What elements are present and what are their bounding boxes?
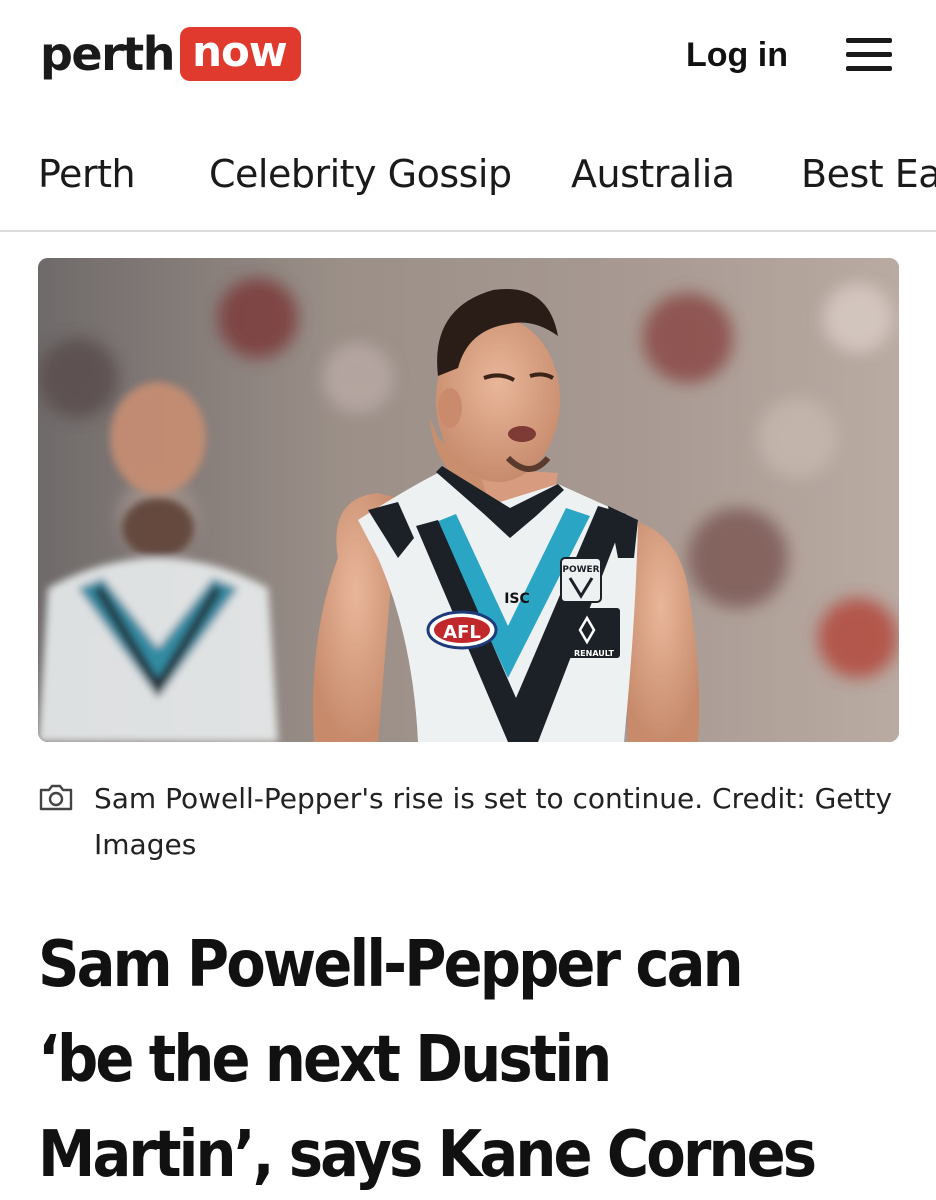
site-header: perth now Log in bbox=[0, 0, 936, 110]
nav-item-perth[interactable]: Perth bbox=[38, 152, 136, 196]
hamburger-menu-icon[interactable] bbox=[846, 38, 894, 72]
jersey-isc-text: ISC bbox=[504, 591, 530, 607]
menu-bar bbox=[846, 38, 892, 43]
jersey-sponsor-text: RENAULT bbox=[574, 649, 615, 658]
menu-bar bbox=[846, 52, 892, 57]
caption-text: Sam Powell-Pepper's rise is set to conti… bbox=[94, 782, 893, 861]
jersey-afl-text: AFL bbox=[443, 622, 481, 643]
camera-icon bbox=[39, 784, 73, 811]
nav-item-best-eats[interactable]: Best Eat bbox=[801, 152, 936, 196]
login-link[interactable]: Log in bbox=[686, 36, 788, 75]
section-nav: Perth Celebrity Gossip Australia Best Ea… bbox=[0, 130, 936, 232]
nav-item-celebrity-gossip[interactable]: Celebrity Gossip bbox=[209, 152, 512, 196]
article-headline: Sam Powell-Pepper can ‘be the next Dusti… bbox=[38, 928, 817, 1192]
hero-image[interactable]: AFL ISC POWER RENAULT bbox=[38, 258, 899, 742]
menu-bar bbox=[846, 66, 892, 71]
jersey-club-text: POWER bbox=[562, 565, 599, 575]
hero-photo-illustration: AFL ISC POWER RENAULT bbox=[38, 258, 899, 742]
nav-item-australia[interactable]: Australia bbox=[571, 152, 735, 196]
logo-now-badge: now bbox=[180, 27, 301, 81]
logo-perth-text: perth bbox=[40, 27, 176, 81]
perthnow-logo[interactable]: perth now bbox=[40, 26, 301, 82]
